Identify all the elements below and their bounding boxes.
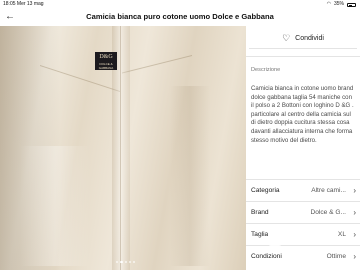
- brand-tag: D&G DOLCE & GABBANA: [95, 52, 117, 70]
- status-time-date: 18:05 Mer 13 mag: [3, 0, 44, 9]
- detail-value: Dolce & G...: [310, 209, 346, 216]
- status-time: 18:05: [3, 1, 16, 7]
- header: Camicia bianca puro cotone uomo Dolce e …: [0, 9, 360, 25]
- battery-icon: [347, 3, 356, 7]
- detail-key: Brand: [251, 209, 269, 216]
- image-pager[interactable]: [116, 261, 135, 263]
- detail-row-condizioni[interactable]: Condizioni Ottime ›: [246, 245, 360, 266]
- product-photo[interactable]: D&G DOLCE & GABBANA: [0, 26, 246, 270]
- detail-value: Ottime: [326, 253, 346, 260]
- pager-dot[interactable]: [129, 261, 131, 263]
- description-label: Descrizione: [251, 67, 281, 73]
- share-label: Condividi: [295, 35, 324, 42]
- brand-tag-logo: D&G: [99, 54, 113, 60]
- status-right: ◠ 35%: [327, 0, 356, 9]
- pager-dot[interactable]: [125, 261, 127, 263]
- detail-value: XL: [337, 231, 346, 238]
- chevron-right-icon: ›: [353, 208, 356, 217]
- pager-dot[interactable]: [116, 261, 118, 263]
- detail-key: Categoria: [251, 187, 280, 194]
- pager-dot[interactable]: [133, 261, 135, 263]
- heart-outline-icon: ♡: [282, 33, 291, 43]
- watermark-text: subito: [283, 230, 329, 247]
- pager-dot[interactable]: [120, 261, 123, 263]
- description-text: Camicia bianca in cotone uomo brand dolc…: [251, 85, 354, 144]
- status-date: Mer 13 mag: [16, 1, 44, 7]
- detail-key: Taglia: [251, 231, 269, 238]
- subito-logo-icon: [268, 231, 282, 246]
- arrow-left-icon: ←: [5, 11, 15, 22]
- back-button[interactable]: ←: [5, 9, 17, 25]
- detail-row-categoria[interactable]: Categoria Altre cami... ›: [246, 179, 360, 200]
- chevron-right-icon: ›: [353, 186, 356, 195]
- chevron-right-icon: ›: [353, 230, 356, 239]
- subito-watermark: subito: [268, 230, 329, 248]
- detail-row-brand[interactable]: Brand Dolce & G... ›: [246, 201, 360, 222]
- share-button[interactable]: ♡ Condividi: [249, 29, 357, 49]
- wifi-icon: ◠: [326, 1, 331, 7]
- page-title: Camicia bianca puro cotone uomo Dolce e …: [86, 12, 274, 21]
- detail-value: Altre cami...: [311, 187, 346, 194]
- battery-percent: 35%: [333, 1, 344, 7]
- brand-tag-text: DOLCE & GABBANA: [98, 62, 114, 70]
- status-bar: 18:05 Mer 13 mag ◠ 35%: [0, 0, 360, 9]
- detail-key: Condizioni: [251, 253, 282, 260]
- chevron-right-icon: ›: [353, 252, 356, 261]
